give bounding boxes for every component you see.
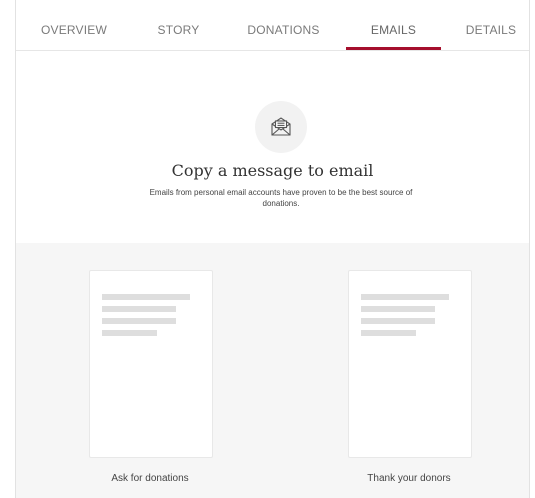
template-label-thank-your-donors[interactable]: Thank your donors <box>334 473 484 484</box>
tab-emails[interactable]: EMAILS <box>346 0 441 50</box>
template-card-thank-your-donors[interactable] <box>348 270 472 458</box>
intro-description: Emails from personal email accounts have… <box>149 188 413 208</box>
placeholder-line <box>102 294 190 300</box>
template-label-ask-for-donations[interactable]: Ask for donations <box>75 473 225 484</box>
template-card-ask-for-donations[interactable] <box>89 270 213 458</box>
tab-story[interactable]: STORY <box>141 0 216 50</box>
active-tab-indicator <box>346 47 441 50</box>
placeholder-line <box>102 306 176 312</box>
email-intro: Copy a message to email Emails from pers… <box>16 51 529 243</box>
placeholder-line <box>102 318 176 324</box>
placeholder-line <box>361 294 449 300</box>
placeholder-line <box>361 330 416 336</box>
tab-details[interactable]: DETAILS <box>456 0 526 50</box>
tab-overview[interactable]: OVERVIEW <box>29 0 119 50</box>
email-templates: Ask for donations Thank your donors <box>16 243 529 498</box>
envelope-icon <box>255 101 307 153</box>
placeholder-line <box>361 306 435 312</box>
email-panel: OVERVIEW STORY DONATIONS EMAILS DETAILS … <box>15 0 530 498</box>
placeholder-line <box>102 330 157 336</box>
tab-bar: OVERVIEW STORY DONATIONS EMAILS DETAILS <box>16 0 529 51</box>
tab-donations[interactable]: DONATIONS <box>236 0 331 50</box>
placeholder-line <box>361 318 435 324</box>
intro-title: Copy a message to email <box>171 161 374 180</box>
